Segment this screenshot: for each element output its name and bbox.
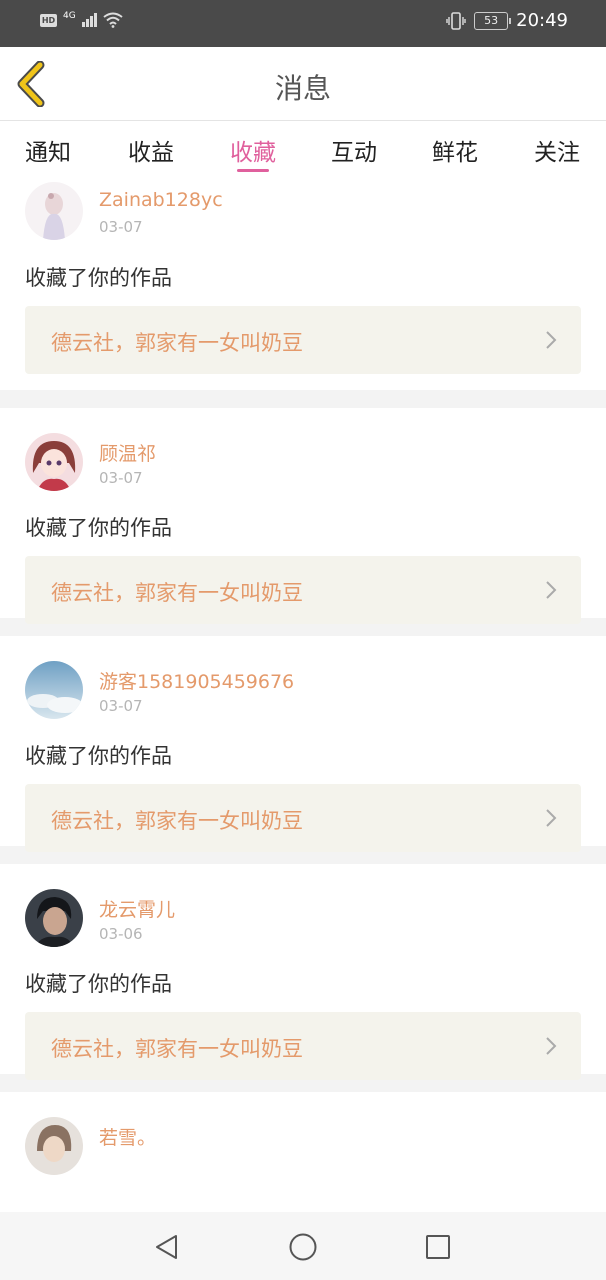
avatar[interactable] bbox=[25, 889, 83, 947]
action-text: 收藏了你的作品 bbox=[25, 972, 172, 996]
network-type: 4G bbox=[63, 11, 76, 21]
tab-label: 鲜花 bbox=[432, 140, 478, 166]
tab-earnings[interactable]: 收益 bbox=[111, 133, 191, 167]
status-right: 53 20:49 bbox=[446, 10, 568, 31]
work-link[interactable]: 德云社，郭家有一女叫奶豆 bbox=[25, 1012, 581, 1080]
status-bar: HD 4G 53 20:49 bbox=[0, 0, 606, 47]
work-title: 德云社，郭家有一女叫奶豆 bbox=[51, 1037, 303, 1061]
app-header: 消息 bbox=[0, 47, 606, 121]
hd-icon: HD bbox=[40, 13, 57, 27]
tab-label: 互动 bbox=[331, 140, 377, 166]
status-time: 20:49 bbox=[516, 10, 568, 31]
tab-label: 收益 bbox=[128, 140, 174, 166]
work-link[interactable]: 德云社，郭家有一女叫奶豆 bbox=[25, 784, 581, 852]
tab-indicator bbox=[237, 169, 269, 172]
list-item: 顾温祁 03-07 收藏了你的作品 德云社，郭家有一女叫奶豆 bbox=[0, 408, 606, 624]
tab-bar: 通知 收益 收藏 互动 鲜花 关注 bbox=[0, 121, 606, 181]
username[interactable]: 顾温祁 bbox=[99, 439, 156, 466]
date: 03-07 bbox=[99, 218, 143, 236]
work-title: 德云社，郭家有一女叫奶豆 bbox=[51, 331, 303, 355]
date: 03-07 bbox=[99, 469, 143, 487]
date: 03-06 bbox=[99, 925, 143, 943]
chevron-right-icon bbox=[546, 581, 557, 599]
home-circle-icon[interactable] bbox=[288, 1232, 318, 1262]
username[interactable]: 若雪。 bbox=[99, 1123, 156, 1150]
work-title: 德云社，郭家有一女叫奶豆 bbox=[51, 581, 303, 605]
avatar[interactable] bbox=[25, 182, 83, 240]
tab-follow[interactable]: 关注 bbox=[517, 133, 597, 167]
avatar[interactable] bbox=[25, 433, 83, 491]
list-item: 龙云霄儿 03-06 收藏了你的作品 德云社，郭家有一女叫奶豆 bbox=[0, 864, 606, 1080]
tab-notice[interactable]: 通知 bbox=[8, 133, 88, 167]
tab-label: 收藏 bbox=[230, 140, 276, 166]
work-link[interactable]: 德云社，郭家有一女叫奶豆 bbox=[25, 556, 581, 624]
system-nav-bar bbox=[0, 1212, 606, 1280]
tab-interaction[interactable]: 互动 bbox=[314, 133, 394, 167]
action-text: 收藏了你的作品 bbox=[25, 744, 172, 768]
status-left: HD 4G bbox=[40, 11, 123, 28]
chevron-right-icon bbox=[546, 1037, 557, 1055]
action-text: 收藏了你的作品 bbox=[25, 266, 172, 290]
tab-label: 通知 bbox=[25, 140, 71, 166]
avatar[interactable] bbox=[25, 1117, 83, 1175]
action-text: 收藏了你的作品 bbox=[25, 516, 172, 540]
battery-icon: 53 bbox=[474, 11, 512, 30]
avatar[interactable] bbox=[25, 661, 83, 719]
recents-square-icon[interactable] bbox=[423, 1232, 453, 1262]
work-title: 德云社，郭家有一女叫奶豆 bbox=[51, 809, 303, 833]
tab-label: 关注 bbox=[534, 140, 580, 166]
tab-flowers[interactable]: 鲜花 bbox=[415, 133, 495, 167]
username[interactable]: 游客1581905459676 bbox=[99, 667, 294, 694]
work-link[interactable]: 德云社，郭家有一女叫奶豆 bbox=[25, 306, 581, 374]
username[interactable]: Zainab128yc bbox=[99, 189, 223, 211]
chevron-right-icon bbox=[546, 809, 557, 827]
list-item: 游客1581905459676 03-07 收藏了你的作品 德云社，郭家有一女叫… bbox=[0, 636, 606, 852]
list-item: Zainab128yc 03-07 收藏了你的作品 德云社，郭家有一女叫奶豆 bbox=[0, 181, 606, 390]
chevron-right-icon bbox=[546, 331, 557, 349]
wifi-icon bbox=[103, 12, 123, 28]
tab-favorites[interactable]: 收藏 bbox=[213, 133, 293, 172]
notification-list: Zainab128yc 03-07 收藏了你的作品 德云社，郭家有一女叫奶豆 顾… bbox=[0, 181, 606, 1280]
signal-icon bbox=[81, 13, 97, 27]
date: 03-07 bbox=[99, 697, 143, 715]
page-title: 消息 bbox=[274, 72, 331, 105]
username[interactable]: 龙云霄儿 bbox=[99, 895, 175, 922]
vibrate-icon bbox=[446, 11, 466, 30]
back-triangle-icon[interactable] bbox=[152, 1232, 182, 1262]
